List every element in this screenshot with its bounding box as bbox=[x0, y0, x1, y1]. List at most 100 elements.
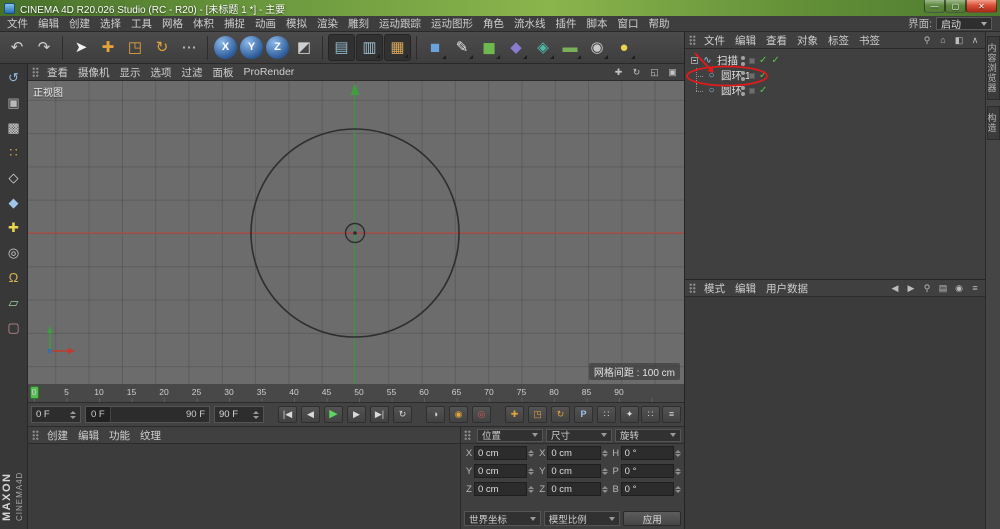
titlebar[interactable]: CINEMA 4D R20.026 Studio (RC - R20) - [未… bbox=[0, 0, 1000, 16]
primitive-cube-button[interactable]: ■ bbox=[422, 34, 448, 61]
am-menu-edit[interactable]: 编辑 bbox=[730, 281, 761, 296]
record-keyframe-button[interactable]: ◑ bbox=[426, 406, 445, 423]
search-icon[interactable]: ⚲ bbox=[920, 34, 934, 47]
enabled-check-icon[interactable]: ✓ bbox=[771, 55, 779, 66]
position-x-field[interactable]: 0 cm bbox=[474, 446, 528, 460]
menu-simulate[interactable]: 模拟 bbox=[281, 16, 312, 31]
tab-structure[interactable]: 构造 bbox=[986, 106, 1000, 140]
workplane-mode-button[interactable]: ▱ bbox=[2, 292, 26, 313]
live-selection-button[interactable]: ➤ bbox=[68, 34, 94, 61]
timeline-menu-button[interactable]: ≡ bbox=[662, 406, 681, 423]
menu-mograph[interactable]: 运动图形 bbox=[426, 16, 478, 31]
viewport-menu-panel[interactable]: 面板 bbox=[208, 65, 239, 80]
back-icon[interactable]: ◀ bbox=[888, 282, 902, 295]
object-tree[interactable]: ∿ 扫描 ✓ ✓ ○ 圆环.1 ✓ ○ 圆环 ✓ bbox=[685, 49, 986, 279]
interface-dropdown[interactable]: 启动 bbox=[936, 17, 992, 31]
prev-frame-button[interactable]: ◀ bbox=[301, 406, 320, 423]
floor-button[interactable]: ▬ bbox=[557, 34, 583, 61]
scale-tool-button[interactable]: ◳ bbox=[122, 34, 148, 61]
lock-y-button[interactable]: Y bbox=[240, 36, 263, 59]
rotation-header-dropdown[interactable]: 旋转 bbox=[615, 428, 681, 442]
layer-square-icon[interactable] bbox=[749, 87, 755, 94]
object-row-sweep[interactable]: ∿ 扫描 ✓ ✓ bbox=[685, 53, 986, 68]
render-settings-button[interactable]: ▦ bbox=[384, 34, 411, 61]
menu-volume[interactable]: 体积 bbox=[188, 16, 219, 31]
menu-animate[interactable]: 动画 bbox=[250, 16, 281, 31]
object-row-circle-1[interactable]: ○ 圆环.1 ✓ bbox=[685, 68, 986, 83]
menu-sculpt[interactable]: 雕刻 bbox=[343, 16, 374, 31]
menu-create[interactable]: 创建 bbox=[64, 16, 95, 31]
om-menu-view[interactable]: 查看 bbox=[761, 33, 792, 48]
tab-content-browser[interactable]: 内容浏览器 bbox=[986, 36, 1000, 100]
grid-icon[interactable]: ▤ bbox=[936, 282, 950, 295]
panel-drag-handle[interactable] bbox=[464, 429, 471, 441]
search-icon[interactable]: ⚲ bbox=[920, 282, 934, 295]
expand-icon[interactable] bbox=[691, 57, 698, 64]
material-menu-create[interactable]: 创建 bbox=[42, 428, 73, 443]
timeline-range-slider[interactable]: 0 F 90 F bbox=[85, 406, 210, 423]
stepper-icon[interactable] bbox=[528, 450, 534, 457]
play-button[interactable]: ▶ bbox=[324, 406, 343, 423]
stepper-icon[interactable] bbox=[250, 411, 259, 419]
om-menu-bookmarks[interactable]: 书签 bbox=[854, 33, 885, 48]
stepper-icon[interactable] bbox=[675, 486, 681, 493]
toggle-view-icon[interactable]: ▣ bbox=[665, 66, 680, 79]
menu-window[interactable]: 窗口 bbox=[613, 16, 644, 31]
viewport-menu-prorender[interactable]: ProRender bbox=[239, 66, 300, 78]
om-menu-tags[interactable]: 标签 bbox=[823, 33, 854, 48]
stepper-icon[interactable] bbox=[602, 486, 608, 493]
loop-button[interactable]: ↻ bbox=[393, 406, 412, 423]
am-menu-mode[interactable]: 模式 bbox=[699, 281, 730, 296]
light-button[interactable]: ● bbox=[611, 34, 637, 61]
polygon-mode-button[interactable]: ◆ bbox=[2, 192, 26, 213]
stepper-icon[interactable] bbox=[602, 468, 608, 475]
recent-tools-button[interactable]: ⋯ bbox=[176, 34, 202, 61]
om-menu-file[interactable]: 文件 bbox=[699, 33, 730, 48]
axis-mode-button[interactable]: ✚ bbox=[2, 217, 26, 238]
stepper-icon[interactable] bbox=[602, 450, 608, 457]
key-parameter-button[interactable]: P bbox=[574, 406, 593, 423]
menu-motion-tracker[interactable]: 运动跟踪 bbox=[374, 16, 426, 31]
home-icon[interactable]: ⌂ bbox=[936, 34, 950, 47]
size-y-field[interactable]: 0 cm bbox=[547, 464, 601, 478]
menu-render[interactable]: 渲染 bbox=[312, 16, 343, 31]
timeline-ruler[interactable]: 0 5 10 15 20 25 30 35 40 45 50 55 60 65 … bbox=[28, 384, 684, 403]
camera-button[interactable]: ◉ bbox=[584, 34, 610, 61]
scroll-up-icon[interactable]: ∧ bbox=[968, 34, 982, 47]
viewport-menu-filter[interactable]: 过滤 bbox=[177, 65, 208, 80]
visibility-dots-icon[interactable] bbox=[741, 55, 745, 66]
autokey-button[interactable]: ◉ bbox=[449, 406, 468, 423]
render-picture-viewer-button[interactable]: ▥ bbox=[356, 34, 383, 61]
texture-mode-button[interactable]: ▩ bbox=[2, 117, 26, 138]
material-menu-texture[interactable]: 纹理 bbox=[135, 428, 166, 443]
key-scale-button[interactable]: ◳ bbox=[528, 406, 547, 423]
render-view-button[interactable]: ▤ bbox=[328, 34, 355, 61]
enabled-check-icon[interactable]: ✓ bbox=[759, 70, 767, 81]
visibility-dots-icon[interactable] bbox=[741, 70, 745, 81]
menu-character[interactable]: 角色 bbox=[478, 16, 509, 31]
lock-z-button[interactable]: Z bbox=[266, 36, 289, 59]
forward-icon[interactable]: ▶ bbox=[904, 282, 918, 295]
size-header-dropdown[interactable]: 尺寸 bbox=[546, 428, 612, 442]
rotation-b-field[interactable]: 0 ° bbox=[620, 482, 674, 496]
menu-snap[interactable]: 捕捉 bbox=[219, 16, 250, 31]
orbit-view-icon[interactable]: ↻ bbox=[629, 66, 644, 79]
object-name[interactable]: 圆环 bbox=[721, 83, 742, 98]
menu-plugins[interactable]: 插件 bbox=[551, 16, 582, 31]
viewport-menu-options[interactable]: 选项 bbox=[146, 65, 177, 80]
snap-mode-button[interactable]: Ω bbox=[2, 267, 26, 288]
subdivision-surface-button[interactable]: ◼ bbox=[476, 34, 502, 61]
enabled-check-icon[interactable]: ✓ bbox=[759, 55, 767, 66]
dock-icon[interactable]: ◧ bbox=[952, 34, 966, 47]
goto-start-button[interactable]: |◀ bbox=[278, 406, 297, 423]
object-name[interactable]: 扫描 bbox=[717, 53, 738, 68]
rotate-tool-button[interactable]: ↻ bbox=[149, 34, 175, 61]
rotation-h-field[interactable]: 0 ° bbox=[620, 446, 674, 460]
deformer-button[interactable]: ◈ bbox=[530, 34, 556, 61]
viewport-menu-view[interactable]: 查看 bbox=[42, 65, 73, 80]
timeline-grid-button[interactable]: ∷ bbox=[641, 406, 660, 423]
lock-icon[interactable]: ◉ bbox=[952, 282, 966, 295]
panel-drag-handle[interactable] bbox=[32, 66, 39, 78]
move-tool-button[interactable]: ✚ bbox=[95, 34, 121, 61]
panel-drag-handle[interactable] bbox=[689, 282, 696, 294]
